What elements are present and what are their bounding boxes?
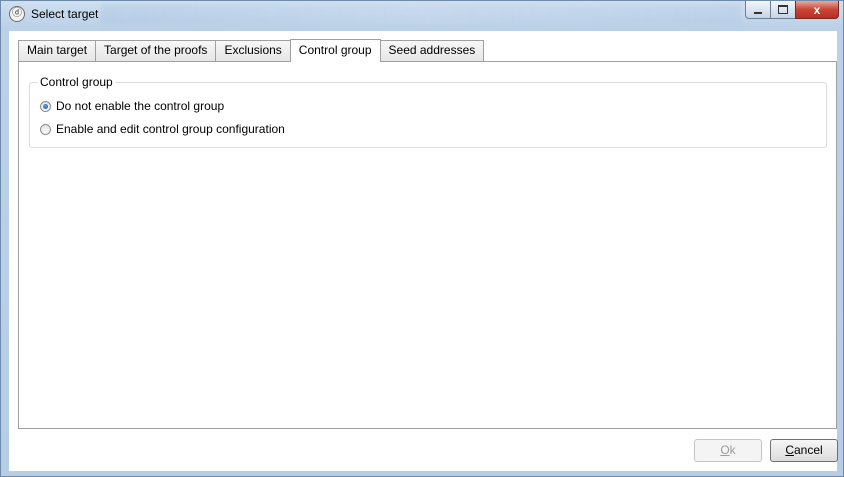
radio-button-checked[interactable] — [40, 100, 51, 112]
tab-control-group[interactable]: Control group — [289, 39, 381, 62]
radio-do-not-enable[interactable]: Do not enable the control group — [40, 99, 224, 113]
ok-label-rest: k — [729, 443, 736, 457]
cancel-button[interactable]: Cancel — [770, 439, 838, 462]
tab-exclusions[interactable]: Exclusions — [215, 40, 291, 61]
tab-target-of-the-proofs[interactable]: Target of the proofs — [95, 40, 217, 61]
close-icon: x — [813, 2, 821, 17]
tab-main-target[interactable]: Main target — [18, 40, 97, 61]
maximize-icon — [778, 5, 788, 14]
window-frame: ⓓ Select target x Main target Target of … — [0, 0, 844, 477]
radio-enable-and-edit[interactable]: Enable and edit control group configurat… — [40, 122, 285, 136]
title-bar[interactable]: ⓓ Select target x — [1, 1, 844, 29]
cancel-accelerator: C — [785, 443, 794, 457]
control-group-box: Control group Do not enable the control … — [29, 75, 827, 148]
maximize-button[interactable] — [770, 1, 796, 19]
cancel-label-rest: ancel — [793, 443, 823, 457]
app-logo-icon: ⓓ — [9, 6, 25, 22]
ok-button[interactable]: Ok — [694, 439, 762, 462]
dialog-client-area: Main target Target of the proofs Exclusi… — [9, 31, 838, 471]
close-button[interactable]: x — [795, 1, 839, 19]
minimize-button[interactable] — [745, 1, 771, 19]
radio-label: Do not enable the control group — [56, 99, 225, 113]
tab-panel-control-group: Control group Do not enable the control … — [18, 61, 837, 429]
control-group-legend: Control group — [38, 75, 115, 89]
tab-seed-addresses[interactable]: Seed addresses — [379, 40, 485, 61]
title-bar-background-blur — [101, 4, 741, 24]
minimize-icon — [754, 11, 762, 14]
window-title: Select target — [31, 7, 99, 21]
radio-label: Enable and edit control group configurat… — [56, 122, 285, 136]
ok-accelerator: O — [720, 443, 730, 457]
tab-strip: Main target Target of the proofs Exclusi… — [18, 39, 485, 62]
radio-button-unchecked[interactable] — [40, 123, 51, 135]
